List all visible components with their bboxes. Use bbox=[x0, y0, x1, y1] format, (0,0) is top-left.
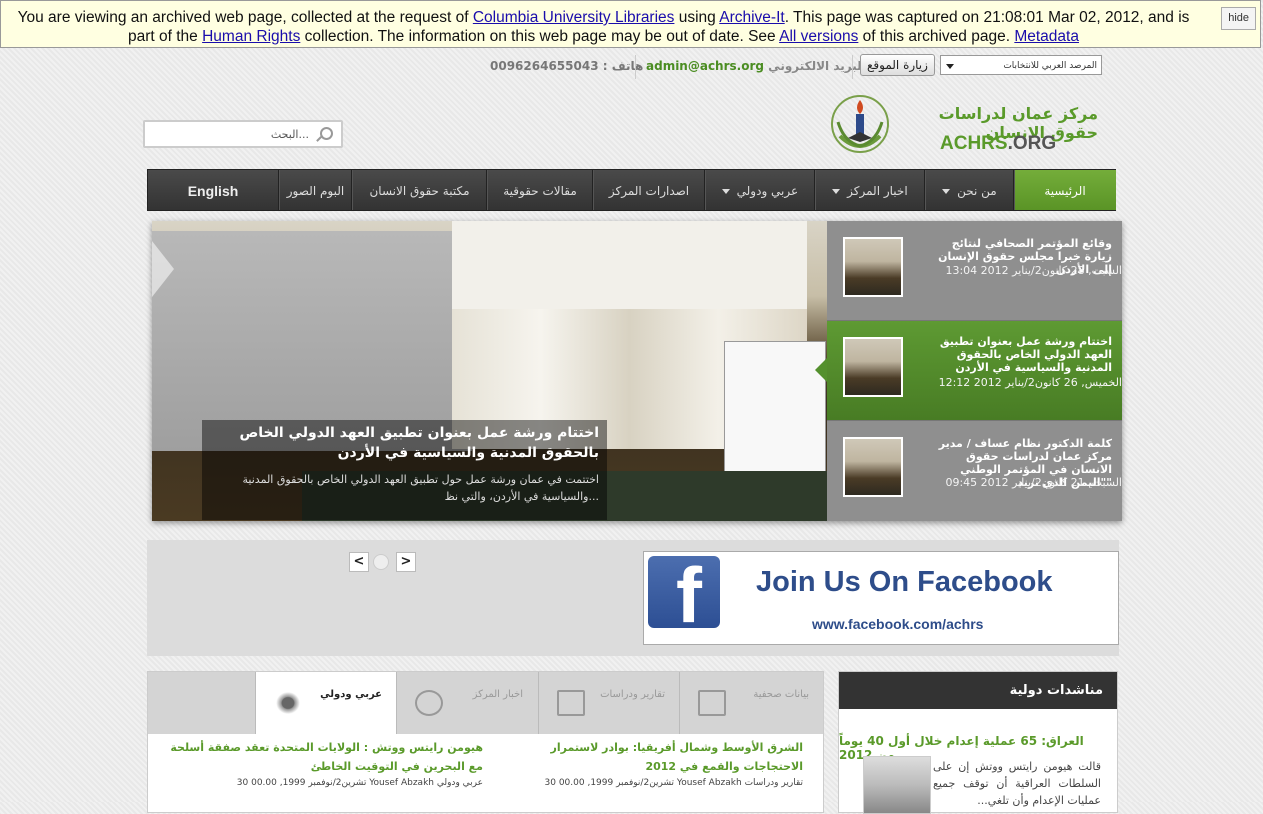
top-utility-bar: هاتف : 0096264655043 admin@achrs.org الب… bbox=[490, 53, 1110, 80]
prev-arrow-button[interactable]: < bbox=[349, 552, 369, 572]
whiteboard bbox=[724, 341, 826, 473]
search-input[interactable]: البحث... bbox=[143, 120, 343, 148]
slide-list-item[interactable]: اختتام ورشة عمل بعنوان تطبيق العهد الدول… bbox=[815, 321, 1122, 421]
chevron-down-icon bbox=[946, 64, 954, 69]
appeal-thumbnail[interactable] bbox=[863, 756, 931, 814]
tab-label: بيانات صحفية bbox=[753, 689, 809, 700]
promo-strip: < > Join Us On Facebook www.facebook.com… bbox=[147, 540, 1119, 656]
play-icon bbox=[152, 241, 174, 297]
site-select[interactable]: المرصد العربي للانتخابات bbox=[940, 55, 1102, 75]
tab-bar: بيانات صحفية تقارير ودراسات اخبار المركز… bbox=[148, 672, 823, 734]
chevron-down-icon bbox=[832, 189, 841, 194]
news-item-meta: 30 تشرين2/نوفمبر 1999, 00.00 Yousef Abza… bbox=[236, 778, 483, 788]
tab-label: تقارير ودراسات bbox=[600, 689, 665, 700]
divider bbox=[635, 55, 636, 79]
slide-item-date: السبت, 21 كانون2/يناير 2012 09:45 bbox=[945, 476, 1122, 489]
facebook-icon bbox=[648, 550, 720, 641]
slide-caption-title[interactable]: اختتام ورشة عمل بعنوان تطبيق العهد الدول… bbox=[210, 423, 599, 463]
slide-item-title: اختتام ورشة عمل بعنوان تطبيق العهد الدول… bbox=[939, 335, 1112, 374]
event-banner bbox=[452, 221, 807, 309]
banner-text: You are viewing an archived web page, co… bbox=[17, 9, 473, 26]
slide-list-item[interactable]: كلمة الدكتور نظام عساف / مدير مركز عمان … bbox=[827, 421, 1122, 521]
slide-item-date: السبت, 28 كانون2/يناير 2012 13:04 bbox=[945, 264, 1122, 277]
tab-reports[interactable]: تقارير ودراسات bbox=[538, 672, 679, 734]
email-label: البريد الالكتروني: bbox=[768, 59, 870, 73]
nav-item-library[interactable]: مكتبة حقوق الانسان bbox=[351, 170, 487, 210]
chevron-down-icon bbox=[721, 189, 730, 194]
all-versions-link[interactable]: All versions bbox=[779, 28, 858, 45]
chevron-down-icon bbox=[942, 189, 951, 194]
document-icon bbox=[557, 690, 585, 716]
slide-thumbnail bbox=[843, 337, 903, 397]
search-icon[interactable] bbox=[320, 127, 333, 140]
search-placeholder: البحث... bbox=[270, 128, 309, 141]
nav-item-label: عربي ودولي bbox=[736, 184, 799, 198]
logo-wordmark: ACHRS bbox=[940, 133, 1008, 154]
banner-text: using bbox=[674, 9, 720, 26]
nav-item-label: من نحن bbox=[957, 184, 997, 198]
news-item-title[interactable]: الشرق الأوسط وشمال أفريقيا: بوادر لاستمر… bbox=[503, 738, 804, 776]
tab-arab-intl[interactable]: عربي ودولي bbox=[255, 672, 396, 734]
email-info: admin@achrs.org البريد الالكتروني: bbox=[646, 59, 871, 73]
appeal-excerpt: قالت هيومن رايتس ووتش إن على السلطات الع… bbox=[933, 760, 1101, 807]
slide-caption-desc: اختتمت في عمان ورشة عمل حول تطبيق العهد … bbox=[242, 473, 599, 503]
slide-list-item[interactable]: وقائع المؤتمر الصحافي لنتائج زيارة خبرا … bbox=[827, 221, 1122, 321]
hide-button[interactable]: hide bbox=[1221, 7, 1256, 30]
tab-center-news[interactable]: اخبار المركز bbox=[396, 672, 537, 734]
slide-caption: اختتام ورشة عمل بعنوان تطبيق العهد الدول… bbox=[202, 420, 607, 520]
nav-item-publications[interactable]: اصدارات المركز bbox=[592, 170, 705, 210]
banner-text: collection. The information on this web … bbox=[300, 28, 780, 45]
banner-text: of this archived page. bbox=[858, 28, 1015, 45]
slide-list: وقائع المؤتمر الصحافي لنتائج زيارة خبرا … bbox=[815, 221, 1122, 521]
pen-icon bbox=[698, 690, 726, 716]
featured-slider: اختتام ورشة عمل بعنوان تطبيق العهد الدول… bbox=[152, 221, 1122, 521]
slide-thumbnail bbox=[843, 437, 903, 497]
news-item-title[interactable]: هيومن رايتس ووتش : الولايات المتحدة تعقد… bbox=[168, 738, 483, 776]
projector-screen bbox=[152, 231, 472, 451]
nav-item-articles[interactable]: مقالات حقوقية bbox=[486, 170, 593, 210]
email-value[interactable]: admin@achrs.org bbox=[646, 59, 764, 73]
emblem-icon bbox=[415, 690, 443, 716]
logo-english-name: ACHRS.ORG bbox=[940, 133, 1056, 155]
logo-suffix: .ORG bbox=[1007, 133, 1057, 154]
metadata-link[interactable]: Metadata bbox=[1014, 28, 1079, 45]
slide-image[interactable]: اختتام ورشة عمل بعنوان تطبيق العهد الدول… bbox=[152, 221, 827, 521]
archive-banner: You are viewing an archived web page, co… bbox=[0, 0, 1261, 48]
tab-label: اخبار المركز bbox=[472, 689, 523, 700]
appeals-box: مناشدات دولية العراق: 65 عملية إعدام خلا… bbox=[838, 671, 1118, 814]
next-arrow-button[interactable]: > bbox=[396, 552, 416, 572]
news-item: الشرق الأوسط وشمال أفريقيا: بوادر لاستمر… bbox=[503, 738, 803, 790]
nav-item-photo-album[interactable]: البوم الصور bbox=[278, 170, 352, 210]
tab-press-releases[interactable]: بيانات صحفية bbox=[679, 672, 823, 734]
logo-emblem bbox=[831, 95, 889, 153]
nav-item-about[interactable]: من نحن bbox=[924, 170, 1014, 210]
facebook-url: www.facebook.com/achrs bbox=[812, 616, 984, 632]
facebook-join-text: Join Us On Facebook bbox=[756, 566, 1053, 598]
nav-item-home[interactable]: الرئيسية bbox=[1013, 170, 1116, 210]
main-navigation: English البوم الصور مكتبة حقوق الانسان م… bbox=[147, 169, 1116, 211]
news-tabs-box: بيانات صحفية تقارير ودراسات اخبار المركز… bbox=[147, 671, 824, 813]
news-item-meta: 30 تشرين2/نوفمبر 1999, 00.00 Yousef Abza… bbox=[544, 778, 803, 788]
slide-thumbnail bbox=[843, 237, 903, 297]
tab-label: عربي ودولي bbox=[320, 689, 382, 700]
visit-site-button[interactable]: زيارة الموقع bbox=[860, 54, 935, 76]
nav-item-arab-intl[interactable]: عربي ودولي bbox=[704, 170, 815, 210]
nav-item-label: اخبار المركز bbox=[847, 184, 908, 198]
carousel-dot[interactable] bbox=[373, 554, 389, 570]
site-select-value: المرصد العربي للانتخابات bbox=[1003, 61, 1097, 71]
world-map-icon bbox=[274, 690, 302, 716]
news-item: هيومن رايتس ووتش : الولايات المتحدة تعقد… bbox=[168, 738, 483, 790]
archive-it-link[interactable]: Archive-It bbox=[719, 9, 784, 26]
human-rights-link[interactable]: Human Rights bbox=[202, 28, 300, 45]
slide-item-date: الخميس, 26 كانون2/يناير 2012 12:12 bbox=[938, 376, 1122, 389]
facebook-banner[interactable]: Join Us On Facebook www.facebook.com/ach… bbox=[643, 550, 1119, 645]
columbia-link[interactable]: Columbia University Libraries bbox=[473, 9, 675, 26]
phone-number: هاتف : 0096264655043 bbox=[490, 59, 644, 73]
divider bbox=[852, 55, 853, 79]
appeals-header: مناشدات دولية bbox=[839, 672, 1117, 709]
nav-item-center-news[interactable]: اخبار المركز bbox=[814, 170, 925, 210]
nav-item-english[interactable]: English bbox=[148, 170, 278, 210]
